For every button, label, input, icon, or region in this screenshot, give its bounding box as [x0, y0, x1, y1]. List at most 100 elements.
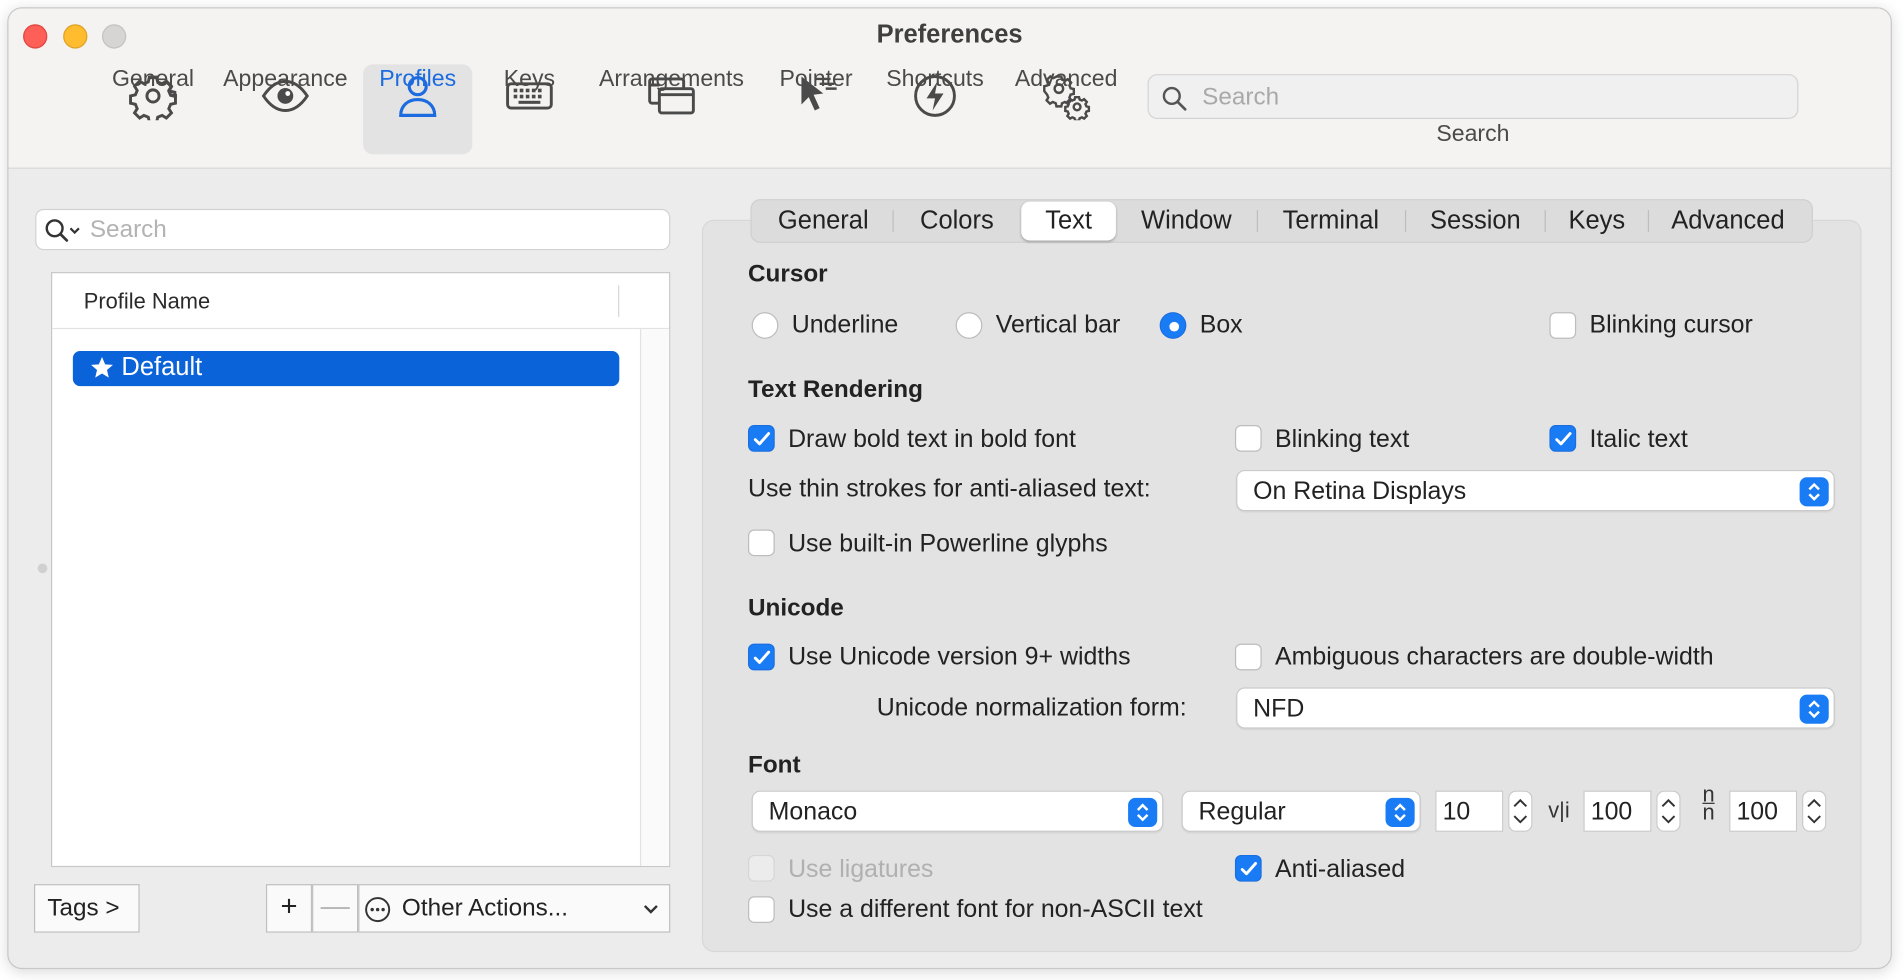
horizontal-spacing-stepper[interactable]: [1656, 790, 1681, 832]
tab-keys[interactable]: Keys: [1551, 202, 1643, 241]
cursor-box-label: Box: [1199, 310, 1243, 339]
toolbar-shortcuts-label: Shortcuts: [886, 66, 984, 93]
tab-text[interactable]: Text: [1021, 201, 1116, 241]
toolbar-general[interactable]: General: [106, 64, 201, 154]
toolbar-keys[interactable]: Keys: [489, 64, 569, 154]
horizontal-spacing-field[interactable]: 100: [1583, 790, 1652, 832]
remove-profile-button[interactable]: —: [312, 884, 359, 933]
italic-text-label: Italic text: [1589, 425, 1688, 453]
blinking-text-checkbox[interactable]: [1234, 425, 1262, 452]
profile-tabs: General Colors Text Window Terminal Sess…: [750, 199, 1813, 243]
tab-colors[interactable]: Colors: [899, 202, 1016, 241]
toolbar-shortcuts[interactable]: Shortcuts: [880, 64, 989, 154]
font-family-popup[interactable]: Monaco: [751, 790, 1164, 832]
anti-aliased-label: Anti-aliased: [1275, 854, 1406, 883]
toolbar-search-field[interactable]: Search: [1147, 74, 1799, 120]
toolbar-advanced[interactable]: Advanced: [1012, 64, 1121, 154]
ambiguous-width-checkbox[interactable]: [1234, 643, 1262, 671]
bold-font-label: Draw bold text in bold font: [788, 425, 1076, 453]
toolbar-general-label: General: [111, 66, 195, 93]
toolbar-arrangements-label: Arrangements: [599, 66, 744, 93]
cursor-vertical-bar-label: Vertical bar: [995, 310, 1121, 339]
toolbar-profiles[interactable]: Profiles: [363, 64, 473, 155]
up-down-chevron-icon: [1799, 477, 1829, 507]
tab-separator: [1256, 210, 1259, 232]
italic-text-checkbox[interactable]: [1549, 425, 1577, 452]
toolbar-search-caption: Search: [1436, 121, 1510, 147]
other-actions-menu[interactable]: Other Actions...: [358, 884, 671, 933]
search-menu-icon: [45, 219, 80, 242]
profile-table: Profile Name Default: [51, 272, 671, 868]
horizontal-spacing-icon: v|i: [1548, 797, 1570, 823]
plus-icon: +: [280, 890, 298, 923]
normalization-popup[interactable]: NFD: [1236, 687, 1835, 729]
tab-separator: [892, 210, 894, 232]
toolbar-profiles-label: Profiles: [379, 66, 457, 93]
tab-terminal[interactable]: Terminal: [1262, 202, 1400, 241]
powerline-checkbox[interactable]: [748, 529, 775, 557]
profile-name: Default: [121, 353, 203, 382]
font-size-field[interactable]: 10: [1435, 790, 1504, 832]
column-divider[interactable]: [618, 285, 620, 317]
vertical-spacing-stepper[interactable]: [1802, 790, 1827, 832]
add-profile-button[interactable]: +: [265, 884, 313, 933]
tab-general[interactable]: General: [759, 202, 888, 241]
toolbar-pointer-label: Pointer: [779, 66, 853, 93]
vertical-spacing-glyph-bottom: n: [1702, 800, 1715, 825]
tab-separator: [1544, 210, 1546, 232]
vertical-spacing-value: 100: [1736, 797, 1779, 826]
non-ascii-font-checkbox[interactable]: [748, 896, 775, 923]
checkmark-icon: [1555, 432, 1572, 446]
normalization-label: Unicode normalization form:: [876, 693, 1187, 722]
font-style-popup[interactable]: Regular: [1181, 790, 1421, 832]
blinking-text-label: Blinking text: [1275, 425, 1410, 453]
ambiguous-width-label: Ambiguous characters are double-width: [1275, 642, 1714, 671]
vertical-spacing-icon: n n: [1702, 783, 1715, 825]
ligatures-checkbox[interactable]: [748, 854, 775, 882]
profile-row-default[interactable]: Default: [72, 350, 620, 387]
toolbar-advanced-label: Advanced: [1014, 66, 1118, 93]
tab-window[interactable]: Window: [1122, 202, 1251, 241]
tab-separator: [1647, 210, 1650, 232]
split-view-handle[interactable]: [37, 563, 48, 574]
up-down-chevron-icon: [1128, 797, 1158, 828]
blinking-cursor-label: Blinking cursor: [1589, 310, 1753, 339]
powerline-label: Use built-in Powerline glyphs: [788, 529, 1108, 558]
minus-icon: —: [320, 890, 350, 923]
font-heading: Font: [748, 751, 801, 779]
toolbar: Preferences General Appearance Profiles …: [8, 8, 1891, 169]
column-header-profile-name[interactable]: Profile Name: [84, 289, 210, 315]
anti-aliased-checkbox[interactable]: [1234, 854, 1262, 882]
thin-strokes-popup[interactable]: On Retina Displays: [1236, 469, 1835, 512]
cursor-underline-radio[interactable]: [751, 312, 779, 339]
bold-font-checkbox[interactable]: [748, 425, 775, 452]
unicode-v9-label: Use Unicode version 9+ widths: [788, 642, 1131, 671]
preferences-window: Preferences General Appearance Profiles …: [7, 7, 1892, 970]
ligatures-label: Use ligatures: [788, 854, 934, 883]
profile-table-scrollbar[interactable]: [639, 329, 670, 866]
toolbar-arrangements[interactable]: Arrangements: [594, 64, 749, 154]
cursor-vertical-bar-radio[interactable]: [955, 312, 983, 339]
blinking-cursor-checkbox[interactable]: [1549, 312, 1577, 339]
cursor-box-radio[interactable]: [1159, 312, 1187, 339]
other-actions-label: Other Actions...: [401, 895, 568, 922]
cursor-heading: Cursor: [748, 261, 828, 288]
toolbar-keys-label: Keys: [503, 66, 556, 93]
tab-session[interactable]: Session: [1411, 202, 1540, 241]
chevron-down-icon: [643, 905, 658, 914]
tags-button[interactable]: Tags >: [34, 884, 140, 933]
thin-strokes-value: On Retina Displays: [1253, 477, 1467, 506]
font-style-value: Regular: [1198, 797, 1286, 826]
checkmark-icon: [1240, 861, 1258, 876]
normalization-value: NFD: [1253, 694, 1305, 723]
font-size-stepper[interactable]: [1508, 790, 1533, 832]
tab-advanced[interactable]: Advanced: [1654, 202, 1802, 241]
unicode-v9-checkbox[interactable]: [748, 643, 775, 671]
font-family-value: Monaco: [768, 797, 858, 826]
ellipsis-circle-icon: [365, 897, 391, 923]
toolbar-appearance[interactable]: Appearance: [220, 64, 351, 154]
profile-table-header[interactable]: Profile Name: [52, 273, 670, 330]
profile-search-field[interactable]: Search: [35, 208, 671, 251]
vertical-spacing-field[interactable]: 100: [1729, 790, 1798, 832]
toolbar-pointer[interactable]: Pointer: [774, 64, 859, 154]
